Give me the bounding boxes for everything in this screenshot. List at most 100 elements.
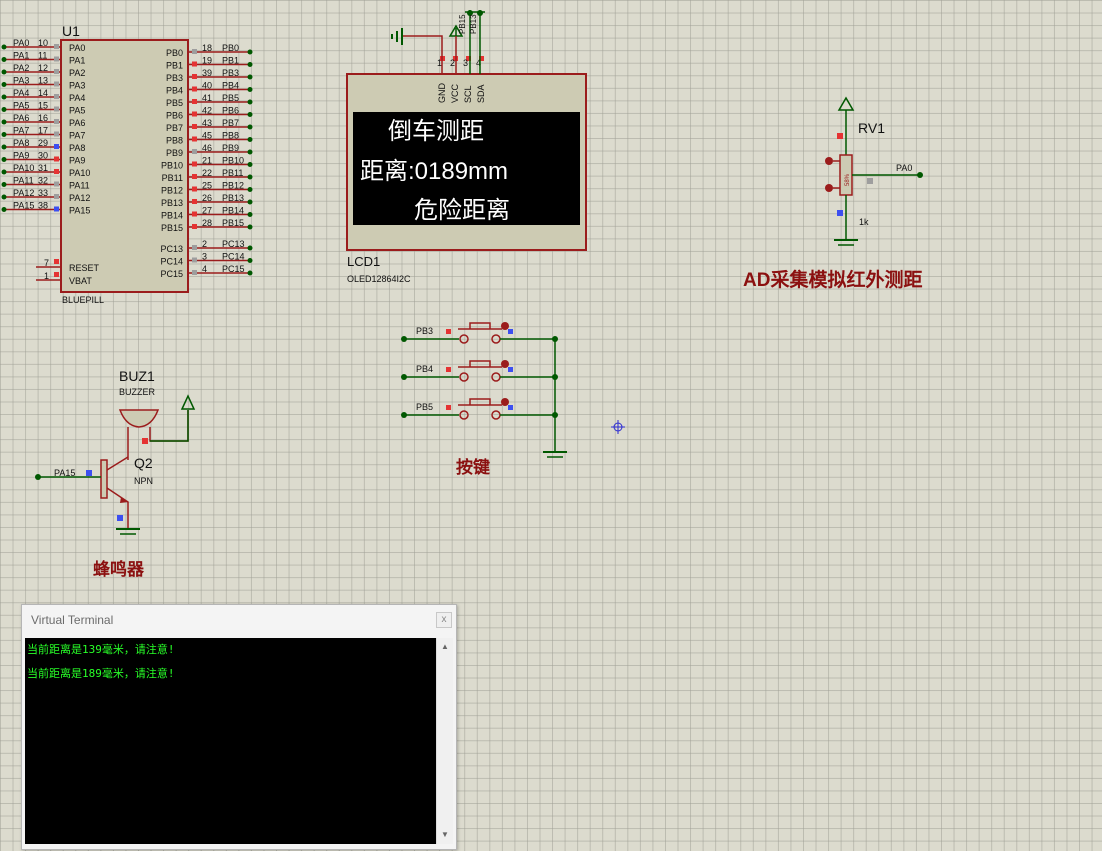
mcu-right-num: 3 xyxy=(202,252,207,262)
mcu-left-net: PA15 xyxy=(13,201,34,211)
mcu-left-num: 14 xyxy=(38,88,48,98)
mcu-right-net: PC13 xyxy=(222,239,245,249)
pot-value: 1k xyxy=(859,217,869,227)
mcu-left-pin: PA1 xyxy=(69,56,85,66)
scroll-down-icon[interactable]: ▼ xyxy=(437,828,453,842)
mcu-left-pin: PA7 xyxy=(69,131,85,141)
scroll-up-icon[interactable]: ▲ xyxy=(437,640,453,654)
button-net: PB5 xyxy=(416,402,433,412)
mcu-right-pin: PB10 xyxy=(161,161,183,171)
mcu-right-pin: PB7 xyxy=(166,123,183,133)
ad-label: AD采集模拟红外测距 xyxy=(743,268,922,291)
mcu-left-net: PA2 xyxy=(13,63,29,73)
lcd-ref: LCD1 xyxy=(347,254,380,269)
mcu-type: BLUEPILL xyxy=(62,295,104,305)
mcu-left-pin: PA9 xyxy=(69,156,85,166)
ground-icon xyxy=(834,239,858,246)
mcu-right-num: 42 xyxy=(202,106,212,116)
mcu-right-pin: PB3 xyxy=(166,73,183,83)
crosshair-cursor-icon xyxy=(611,420,625,434)
lcd-pin-name: GND xyxy=(437,83,447,104)
terminal-scrollbar[interactable]: ▲ ▼ xyxy=(436,638,453,844)
ground-icon xyxy=(391,28,403,45)
mcu-left-num: 10 xyxy=(38,38,48,48)
buzzer-body[interactable] xyxy=(118,409,160,428)
mcu-extra-pin: RESET xyxy=(69,263,100,273)
mcu-right-net: PB7 xyxy=(222,118,239,128)
mcu-right-num: 28 xyxy=(202,218,212,228)
mcu-left-num: 15 xyxy=(38,101,48,111)
mcu-right-net: PB10 xyxy=(222,156,244,166)
mcu-right-num: 18 xyxy=(202,43,212,53)
push-button[interactable] xyxy=(458,322,502,330)
mcu-left-num: 31 xyxy=(38,163,48,173)
push-button[interactable] xyxy=(458,360,502,368)
keys-label: 按键 xyxy=(456,457,490,477)
mcu-left-net: PA5 xyxy=(13,101,29,111)
mcu-right-pin: PB13 xyxy=(161,198,183,208)
mcu-left-pin: PA3 xyxy=(69,81,85,91)
mcu-left-net: PA8 xyxy=(13,138,29,148)
terminal-line: 当前距离是139毫米，请注意! xyxy=(27,643,175,656)
pot-ref: RV1 xyxy=(858,120,885,136)
transistor-net: PA15 xyxy=(54,468,75,478)
mcu-right-pin: PB5 xyxy=(166,98,183,108)
terminal-screen[interactable]: 当前距离是139毫米，请注意! 当前距离是189毫米，请注意! xyxy=(25,638,436,844)
mcu-left-net: PA7 xyxy=(13,126,29,136)
mcu-right-net: PB6 xyxy=(222,106,239,116)
mcu-right-net: PB15 xyxy=(222,218,244,228)
mcu-right-pin: PC13 xyxy=(160,244,183,254)
mcu-right-net: PB4 xyxy=(222,81,239,91)
mcu-right-net: PB13 xyxy=(222,193,244,203)
mcu-right-net: PB5 xyxy=(222,93,239,103)
close-button[interactable]: x xyxy=(436,612,452,628)
lcd-pin-name: VCC xyxy=(450,83,460,103)
mcu-left-pin: PA5 xyxy=(69,106,85,116)
mcu-left-pin: PA12 xyxy=(69,193,90,203)
lcd-line-2: 距离:0189mm xyxy=(360,158,508,185)
mcu-right-pin: PB15 xyxy=(161,223,183,233)
push-button[interactable] xyxy=(458,398,502,406)
mcu-right-pin: PB4 xyxy=(166,86,183,96)
virtual-terminal-window[interactable]: Virtual Terminal x 当前距离是139毫米，请注意! 当前距离是… xyxy=(21,604,457,850)
mcu-right-pin: PB0 xyxy=(166,48,183,58)
terminal-line: 当前距离是189毫米，请注意! xyxy=(27,667,175,680)
mcu-left-net: PA11 xyxy=(13,176,34,186)
transistor-body[interactable] xyxy=(100,459,108,499)
mcu-left-num: 16 xyxy=(38,113,48,123)
mcu-left-net: PA1 xyxy=(13,51,29,61)
power-icon xyxy=(180,394,196,410)
mcu-right-num: 4 xyxy=(202,264,207,274)
lcd-type: OLED12864I2C xyxy=(347,274,411,284)
transistor-ref: Q2 xyxy=(134,455,153,471)
mcu-right-pin: PB6 xyxy=(166,111,183,121)
buzzer-label: 蜂鸣器 xyxy=(93,559,145,579)
potentiometer-rv1[interactable]: 58% PA0 RV1 1k xyxy=(825,96,923,246)
mcu-right-pin: PB12 xyxy=(161,186,183,196)
mcu-left-num: 17 xyxy=(38,126,48,136)
mcu-right-num: 46 xyxy=(202,143,212,153)
buzzer-circuit[interactable]: BUZ1 BUZZER PA15 Q2 NPN xyxy=(35,368,196,535)
mcu-right-num: 43 xyxy=(202,118,212,128)
ground-icon xyxy=(543,451,567,458)
mcu-left-num: 11 xyxy=(38,51,47,61)
mcu-right-net: PB1 xyxy=(222,56,239,66)
mcu-right-num: 39 xyxy=(202,68,212,78)
mcu-right-num: 27 xyxy=(202,206,212,216)
mcu-left-num: 30 xyxy=(38,151,48,161)
mcu-right-pin: PB1 xyxy=(166,61,183,71)
mcu-left-pin: PA0 xyxy=(69,43,85,53)
mcu-bluepill[interactable]: U1 BLUEPILL PA0 10 PA0PA1 11 PA1PA2 12 PA2PA3 1… xyxy=(1,23,253,305)
oled-display[interactable]: 倒车测距 距离:0189mm 危险距离 LCD1 OLED12864I2C 1G… xyxy=(346,10,587,284)
button-group[interactable]: PB3 PB4 PB5 xyxy=(401,322,567,458)
button-net: PB4 xyxy=(416,364,433,374)
lcd-net-pb15: PB15 xyxy=(458,14,467,34)
mcu-right-pin: PB14 xyxy=(161,211,183,221)
mcu-right-net: PB12 xyxy=(222,181,244,191)
mcu-right-pin: PB8 xyxy=(166,136,183,146)
mcu-left-net: PA0 xyxy=(13,38,29,48)
mcu-left-num: 32 xyxy=(38,176,48,186)
mcu-left-net: PA3 xyxy=(13,76,29,86)
ground-icon xyxy=(116,528,140,535)
mcu-left-num: 12 xyxy=(38,63,48,73)
